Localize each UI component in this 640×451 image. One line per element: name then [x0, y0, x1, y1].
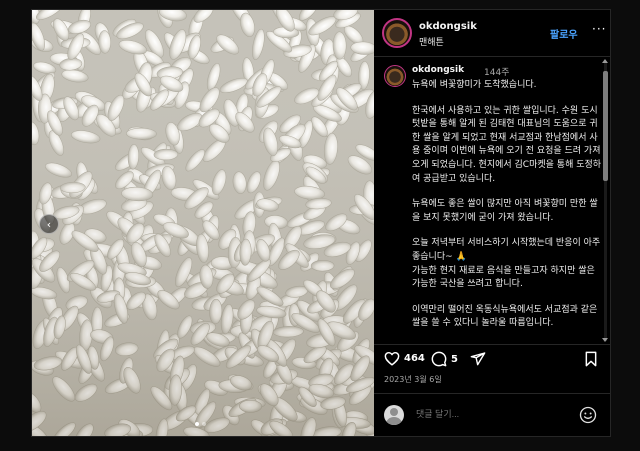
like-count: 464	[404, 353, 425, 364]
post-header: okdongsik 맨해튼 팔로우 ···	[374, 10, 610, 57]
caption-paragraph: 오늘 저녁부터 서비스하기 시작했는데 반응이 아주 좋습니다~ 🙏 가능한 현…	[412, 238, 601, 290]
previous-photo-button[interactable]: ‹	[39, 214, 59, 234]
share-button[interactable]	[470, 351, 486, 367]
caption-username[interactable]: okdongsik	[412, 65, 464, 75]
scroll-down-icon[interactable]	[602, 338, 608, 342]
post-date[interactable]: 2023년 3월 6일	[384, 374, 442, 385]
emoji-icon[interactable]	[579, 406, 597, 424]
post-photo[interactable]: ‹	[32, 10, 374, 436]
comment-icon	[431, 351, 447, 367]
action-bar: 464 5 2023년 3월 6일	[374, 344, 610, 393]
post-dialog: ‹ okdongsik 맨해튼 팔로우 ··· okdongsik 144주 뉴…	[31, 9, 611, 437]
caption-paragraph: 한국에서 사용하고 있는 귀한 쌀입니다. 수원 도시텃밭을 통해 알게 된 김…	[412, 105, 602, 184]
follow-button[interactable]: 팔로우	[550, 26, 578, 41]
caption-paragraph: 이역만리 떨어진 옥동식뉴욕에서도 서교점과 같은 쌀을 쓸 수 있다니 놀라울…	[412, 304, 598, 329]
carousel-dot	[195, 422, 199, 426]
caption-text: 뉴욕에 벼꽃향미가 도착했습니다. 한국에서 사용하고 있는 귀한 쌀입니다. …	[412, 79, 604, 343]
comment-button[interactable]: 5	[431, 351, 458, 367]
add-comment-bar	[374, 393, 610, 437]
location-label[interactable]: 맨해튼	[419, 35, 444, 48]
bookmark-icon	[585, 351, 597, 367]
caption-paragraph: 뉴욕에도 좋은 쌀이 많지만 아직 벼꽃향미 만한 쌀을 보지 못했기에 굳이 …	[412, 199, 598, 223]
bookmark-button[interactable]	[584, 351, 598, 367]
avatar[interactable]	[382, 18, 412, 48]
caption-avatar[interactable]	[384, 65, 406, 87]
caption-time: 144주	[484, 68, 510, 78]
like-button[interactable]: 464	[384, 351, 425, 366]
rice-image	[32, 10, 374, 436]
chevron-left-icon: ‹	[46, 217, 52, 231]
caption-paragraph: 뉴욕에 벼꽃향미가 도착했습니다.	[412, 80, 537, 90]
carousel-indicator	[195, 422, 206, 426]
comment-input[interactable]	[414, 408, 568, 420]
my-avatar	[384, 405, 404, 425]
more-icon[interactable]: ···	[592, 22, 606, 36]
share-icon	[470, 352, 486, 366]
scroll-up-icon[interactable]	[602, 59, 608, 63]
author-username[interactable]: okdongsik	[419, 21, 477, 32]
carousel-dot	[202, 422, 206, 426]
post-sidebar: okdongsik 맨해튼 팔로우 ··· okdongsik 144주 뉴욕에…	[374, 10, 610, 436]
scrollbar-thumb[interactable]	[603, 71, 608, 181]
caption-area: okdongsik 144주 뉴욕에 벼꽃향미가 도착했습니다. 한국에서 사용…	[374, 57, 610, 344]
heart-icon	[384, 351, 400, 366]
caption-scrollbar[interactable]	[602, 57, 609, 344]
comment-count: 5	[451, 353, 458, 365]
